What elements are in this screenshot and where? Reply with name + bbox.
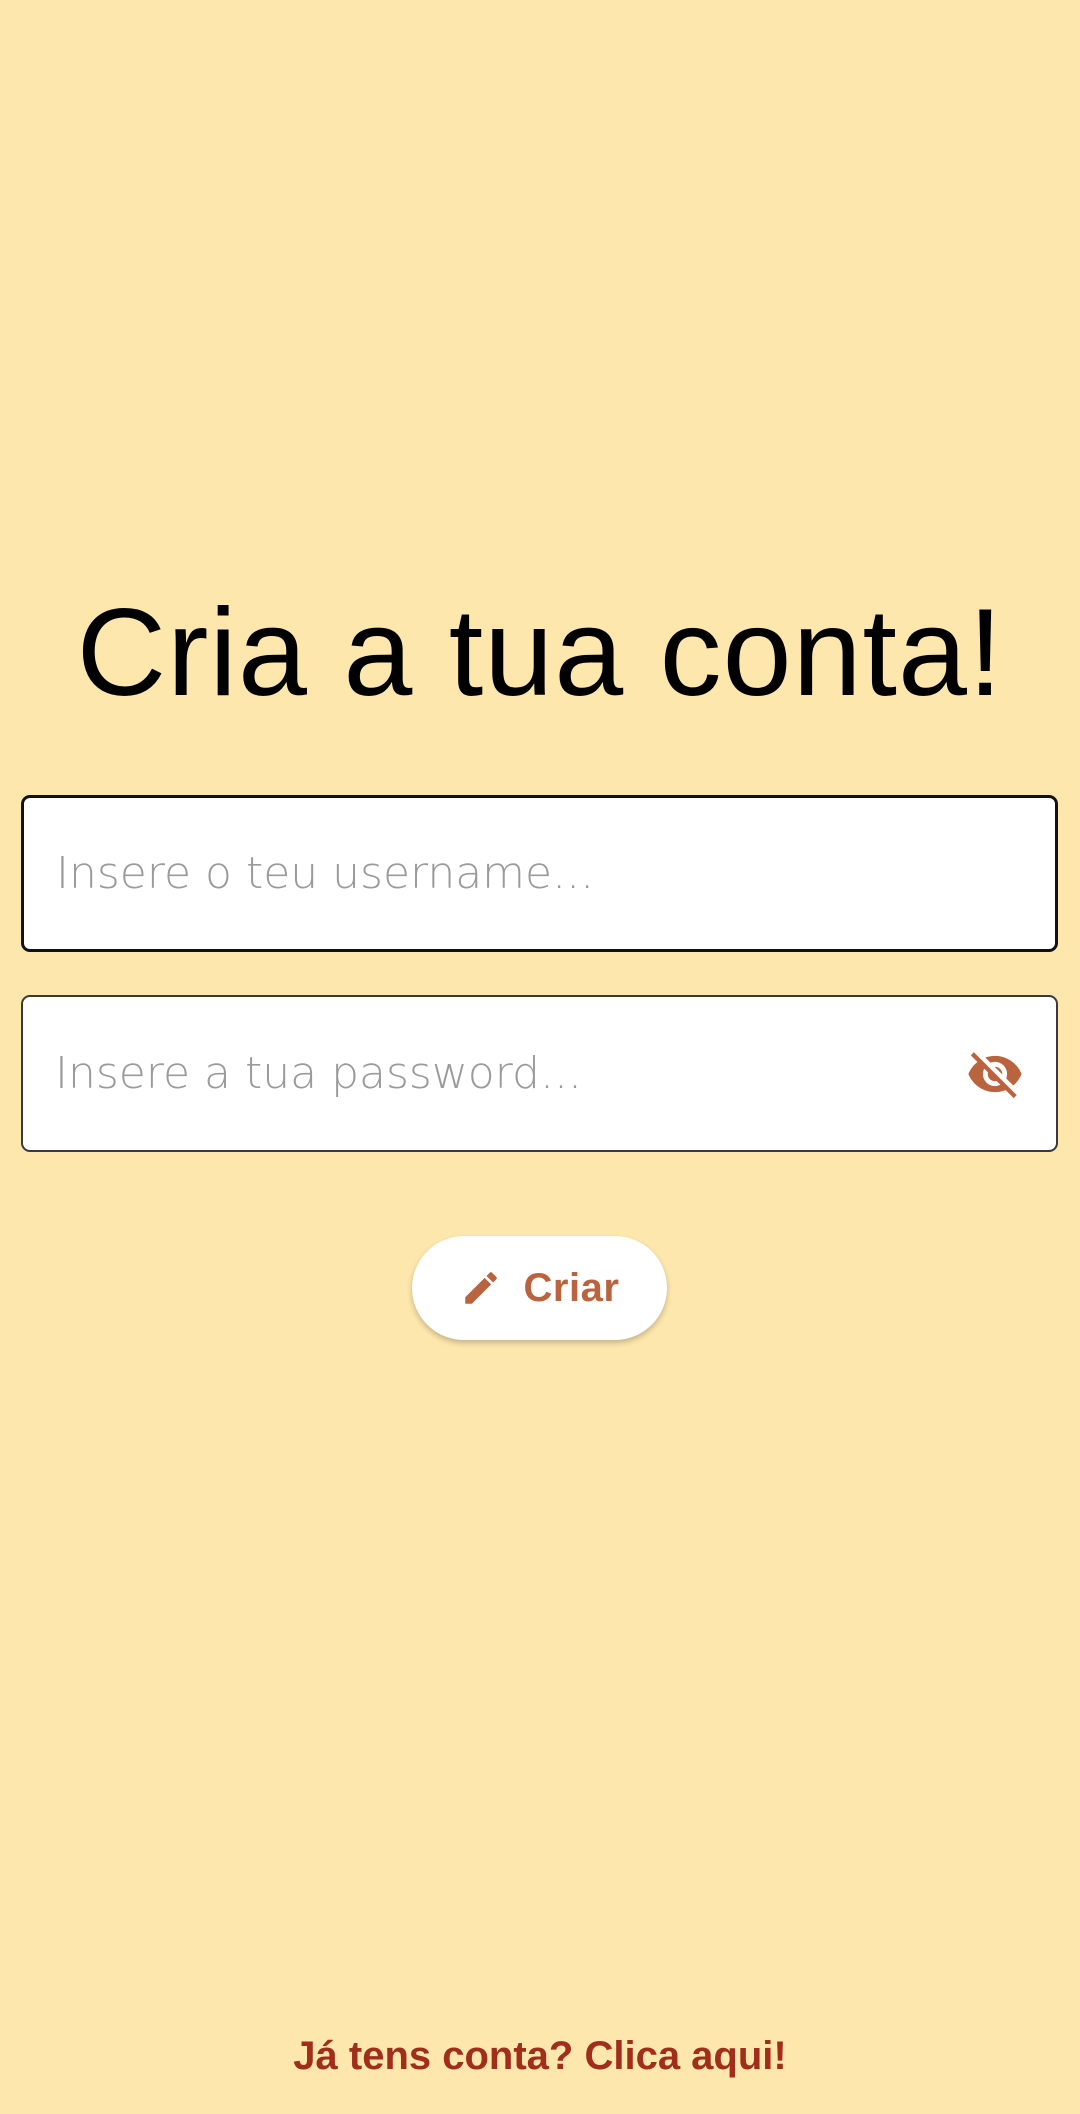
password-input[interactable] [55, 997, 964, 1150]
eye-off-icon[interactable] [964, 1043, 1026, 1105]
password-field[interactable] [21, 995, 1058, 1152]
username-input[interactable] [56, 798, 1025, 949]
create-account-screen: Cria a tua conta! Criar Já tens conta? C… [0, 0, 1080, 2114]
username-field[interactable] [21, 795, 1058, 952]
login-link[interactable]: Já tens conta? Clica aqui! [0, 2034, 1080, 2079]
create-button[interactable]: Criar [412, 1236, 667, 1340]
pencil-icon [460, 1267, 502, 1309]
create-button-label: Criar [523, 1265, 620, 1310]
page-title: Cria a tua conta! [76, 584, 1004, 722]
